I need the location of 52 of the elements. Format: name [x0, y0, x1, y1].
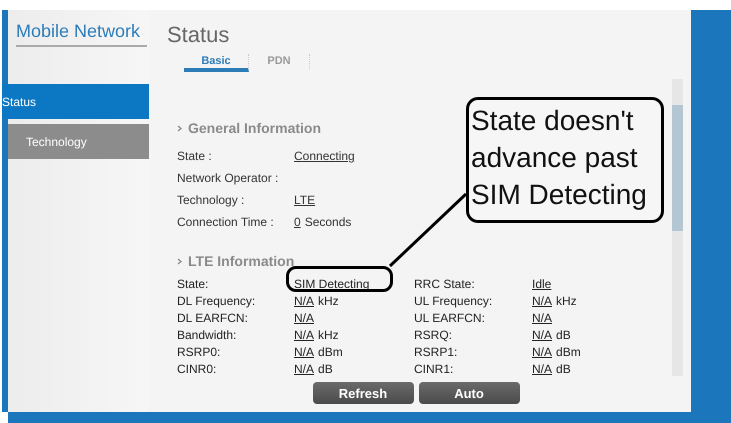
unit-text: dBm	[318, 344, 343, 358]
field-label: UL Frequency:	[414, 294, 494, 308]
field-value[interactable]: N/A	[532, 310, 552, 324]
sidebar-title: Mobile Network	[16, 20, 147, 47]
field-value[interactable]: N/A	[294, 294, 314, 308]
field-value[interactable]: N/A	[294, 328, 314, 342]
page-heading: Status	[167, 22, 230, 48]
field-label: RRC State:	[414, 276, 476, 290]
field-label: Connection Time :	[177, 215, 275, 229]
field-value[interactable]: N/A	[294, 344, 314, 358]
chevron-icon	[177, 258, 182, 264]
field-label: Bandwidth:	[177, 328, 238, 342]
field-label: Network Operator :	[177, 171, 280, 185]
callout-text: State doesn't advance past SIM Detecting	[466, 97, 664, 223]
field-value[interactable]: N/A	[294, 362, 314, 376]
unit-text: Seconds	[304, 215, 352, 229]
field-label: DL Frequency:	[177, 294, 256, 308]
field-value[interactable]: N/A	[532, 362, 552, 376]
field-label: RSRQ:	[414, 328, 454, 342]
unit-text: dBm	[556, 344, 581, 358]
field-label: RSRP1:	[414, 344, 458, 358]
section-title: LTE Information	[188, 253, 294, 269]
section-title: General Information	[188, 120, 322, 136]
scrollbar[interactable]	[672, 79, 683, 376]
field-label: UL EARFCN:	[414, 310, 486, 324]
field-value[interactable]: 0	[294, 215, 301, 229]
field-label: RSRP0:	[177, 344, 222, 358]
field-label: State:	[177, 276, 210, 290]
unit-text: dB	[318, 362, 333, 376]
field-label: CINR0:	[177, 362, 218, 376]
tab[interactable]: Basic	[184, 54, 249, 72]
field-value[interactable]: N/A	[294, 310, 314, 324]
unit-text: kHz	[556, 294, 577, 308]
sidebar-item[interactable]: Status	[2, 84, 149, 119]
unit-text: dB	[556, 328, 571, 342]
field-label: CINR1:	[414, 362, 454, 376]
unit-text: dB	[556, 362, 571, 376]
field-value[interactable]: Idle	[532, 276, 552, 290]
field-value[interactable]: N/A	[532, 328, 552, 342]
field-value[interactable]: SIM Detecting	[294, 276, 370, 290]
action-button[interactable]: Auto	[418, 382, 520, 404]
field-label: DL EARFCN:	[177, 310, 249, 324]
field-value[interactable]: N/A	[532, 294, 552, 308]
field-value[interactable]: N/A	[532, 344, 552, 358]
action-button[interactable]: Refresh	[312, 382, 414, 404]
chevron-icon	[177, 124, 182, 132]
field-value[interactable]: Connecting	[294, 149, 355, 163]
field-value[interactable]: LTE	[294, 193, 316, 207]
field-label: Technology :	[177, 193, 246, 207]
unit-text: kHz	[318, 294, 339, 308]
unit-text: kHz	[318, 328, 339, 342]
field-label: State :	[177, 149, 213, 163]
